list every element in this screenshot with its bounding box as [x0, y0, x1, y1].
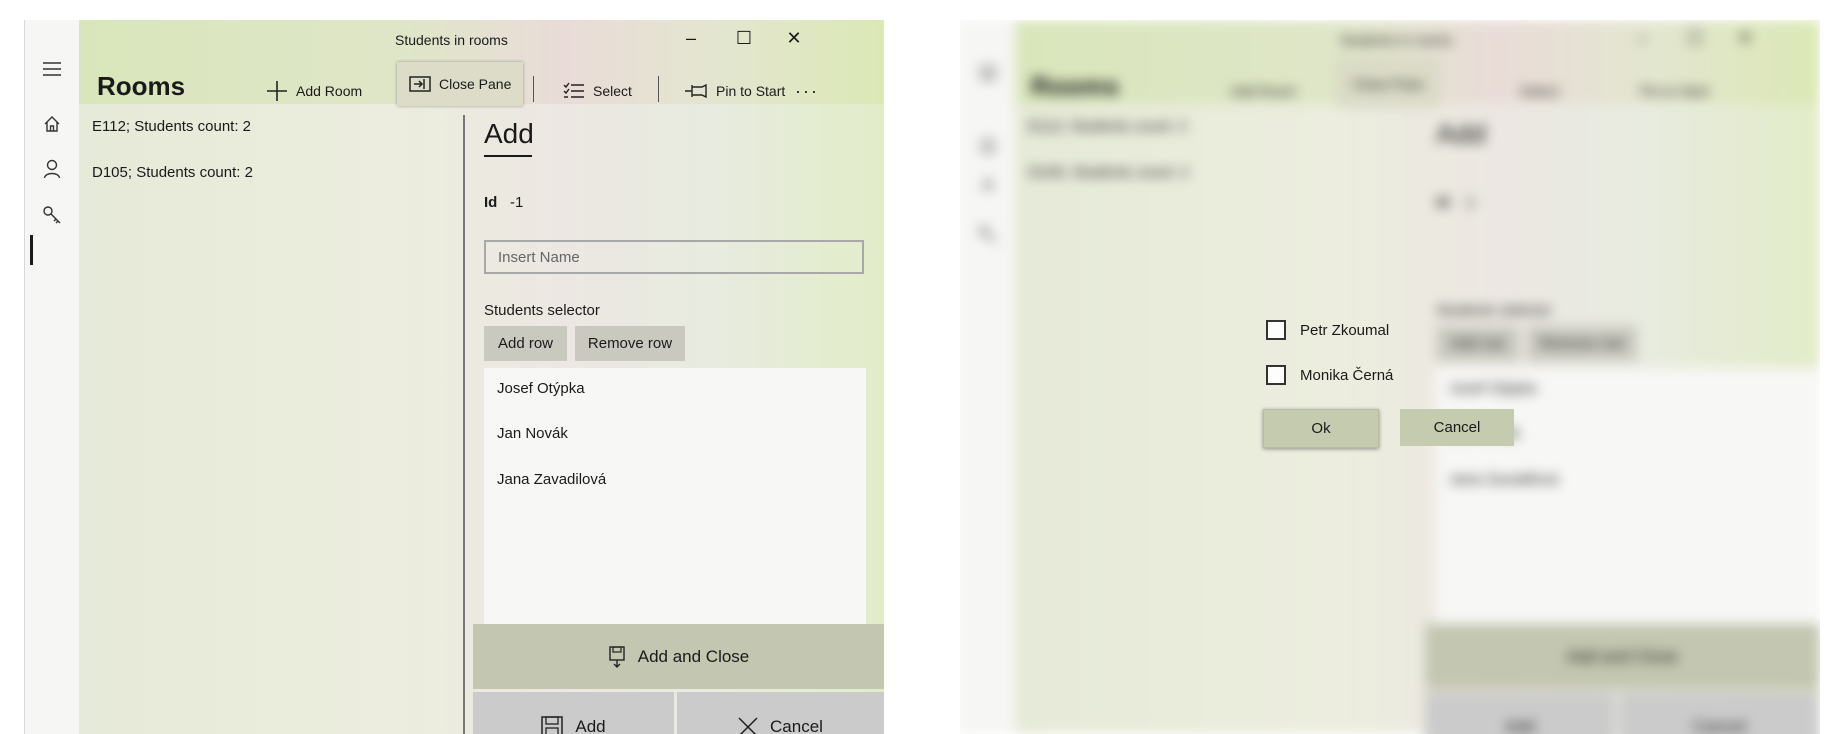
- toolbar-separator: [533, 76, 534, 102]
- student-picker-dialog: Petr Zkoumal Monika Černá Ok Cancel: [960, 20, 1820, 734]
- add-and-close-label: Add and Close: [637, 646, 750, 666]
- ok-button[interactable]: Ok: [1263, 409, 1379, 448]
- cancel-label: Cancel: [770, 717, 823, 734]
- pin-to-start-button[interactable]: Pin to Start: [684, 76, 785, 106]
- pin-icon: [685, 83, 707, 99]
- add-pane: Add Id -1 Students selector Add row Remo…: [473, 104, 884, 734]
- checkbox[interactable]: [1266, 320, 1286, 340]
- list-item[interactable]: E112; Students count: 2: [92, 118, 251, 135]
- pane-divider: [463, 115, 465, 734]
- list-item[interactable]: Jana Zavadilová: [497, 471, 606, 488]
- person-icon[interactable]: [39, 156, 65, 182]
- option-label: Monika Černá: [1300, 366, 1394, 384]
- toolbar-separator: [658, 76, 659, 102]
- select-label: Select: [593, 83, 632, 99]
- add-room-label: Add Room: [296, 83, 363, 99]
- checkbox[interactable]: [1266, 365, 1286, 385]
- id-label: Id: [484, 194, 498, 211]
- close-pane-icon: [409, 76, 431, 92]
- save-close-icon: [609, 645, 625, 668]
- close-window-button[interactable]: ✕: [779, 28, 809, 49]
- app-window-right: Students in rooms – ☐ ✕ Rooms Add Room C…: [960, 20, 1820, 734]
- close-icon: [738, 717, 758, 734]
- students-selector-label: Students selector: [484, 302, 600, 319]
- students-list: Josef Otýpka Jan Novák Jana Zavadilová: [484, 368, 866, 633]
- home-icon[interactable]: [39, 111, 65, 137]
- key-icon[interactable]: [39, 202, 65, 228]
- option-label: Petr Zkoumal: [1300, 321, 1390, 339]
- save-icon: [541, 716, 564, 734]
- window-title: Students in rooms: [395, 32, 508, 48]
- plus-icon: [267, 81, 287, 101]
- add-room-button[interactable]: Add Room: [266, 76, 362, 106]
- minimize-button[interactable]: –: [676, 28, 706, 49]
- main-area: Students in rooms – ☐ ✕ Rooms Add Room C…: [79, 20, 884, 734]
- title-bar: Students in rooms – ☐ ✕ Rooms Add Room C…: [79, 20, 884, 106]
- remove-row-button[interactable]: Remove row: [575, 326, 685, 361]
- nav-selection-indicator: [30, 235, 33, 265]
- id-value: -1: [510, 194, 524, 211]
- more-button[interactable]: ···: [795, 76, 819, 106]
- rooms-list: E112; Students count: 2 D105; Students c…: [79, 104, 459, 734]
- maximize-button[interactable]: ☐: [729, 28, 759, 49]
- option-monika-cerna[interactable]: Monika Černá: [1266, 365, 1393, 385]
- nav-rail: [24, 20, 80, 734]
- page-title: Rooms: [97, 71, 186, 101]
- app-window-left: Students in rooms – ☐ ✕ Rooms Add Room C…: [24, 20, 884, 734]
- select-button[interactable]: Select: [563, 76, 632, 106]
- dialog-cancel-button[interactable]: Cancel: [1400, 409, 1514, 446]
- list-item[interactable]: D105; Students count: 2: [92, 164, 253, 181]
- multiselect-icon: [563, 82, 584, 98]
- heading-underline: [484, 155, 532, 157]
- close-pane-button[interactable]: Close Pane: [397, 62, 524, 106]
- cancel-button[interactable]: Cancel: [677, 692, 884, 734]
- name-input[interactable]: [484, 240, 864, 274]
- hamburger-icon[interactable]: [39, 56, 65, 82]
- add-button[interactable]: Add: [473, 692, 674, 734]
- list-item[interactable]: Jan Novák: [497, 425, 568, 442]
- pin-to-start-label: Pin to Start: [716, 83, 786, 99]
- pane-heading: Add: [484, 118, 534, 149]
- close-pane-label: Close Pane: [439, 76, 512, 92]
- list-item[interactable]: Josef Otýpka: [497, 380, 585, 397]
- add-row-button[interactable]: Add row: [484, 326, 567, 361]
- add-and-close-button[interactable]: Add and Close: [473, 624, 884, 689]
- add-label: Add: [575, 717, 606, 734]
- option-petr-zkoumal[interactable]: Petr Zkoumal: [1266, 320, 1389, 340]
